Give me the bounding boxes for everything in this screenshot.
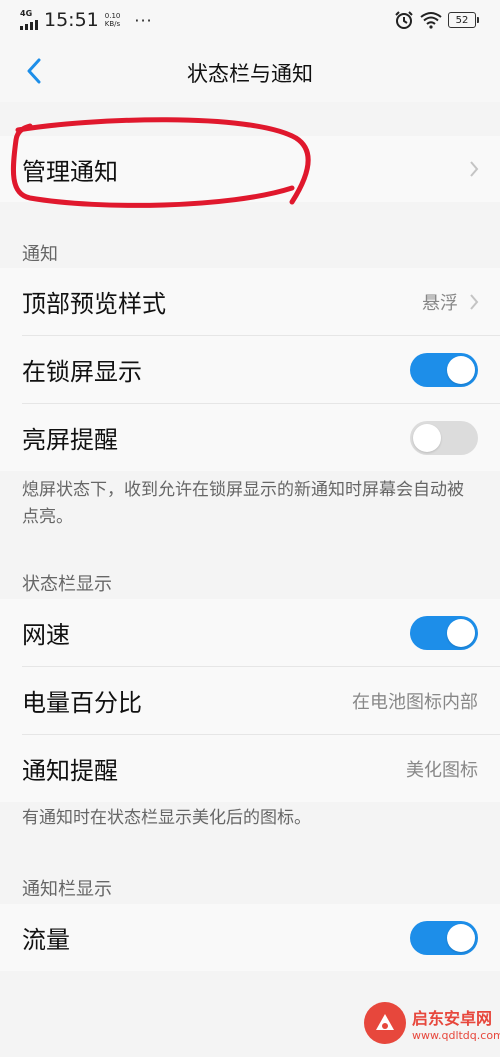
watermark-line1: 启东安卓网 (412, 1008, 493, 1028)
toggle-knob (413, 423, 441, 452)
toggle-knob (447, 618, 475, 647)
speed-unit: KB/s (104, 20, 121, 28)
lock-screen-toggle[interactable] (410, 352, 478, 387)
clock: 15:51 (44, 9, 99, 31)
status-bar-left: 4G 15:51 0.10 KB/s ··· (20, 9, 153, 31)
battery-percent-value: 在电池图标内部 (352, 691, 478, 713)
network-type: 4G (20, 9, 33, 18)
manage-notifications-label: 管理通知 (22, 157, 118, 186)
alarm-icon (395, 11, 413, 29)
toggle-knob (447, 355, 475, 384)
overflow-dots: ··· (134, 10, 153, 30)
manage-card: 管理通知 (0, 136, 500, 202)
watermark-line2: www.qdltdq.com (412, 1028, 500, 1042)
manage-notifications-row[interactable]: 管理通知 (0, 136, 500, 202)
status-bar-right: 52 (394, 10, 479, 30)
preview-style-row[interactable]: 顶部预览样式 悬浮 (0, 268, 500, 335)
network-speed-readout: 0.10 KB/s (105, 12, 121, 28)
battery-level: 52 (455, 14, 469, 26)
network-speed-toggle[interactable] (410, 615, 478, 650)
watermark-logo-icon (364, 1002, 406, 1044)
network-speed-label: 网速 (22, 621, 70, 649)
speed-value: 0.10 (104, 12, 121, 20)
watermark-text: 启东安卓网 www.qdltdq.com (412, 1005, 500, 1042)
wake-screen-toggle[interactable] (410, 420, 478, 455)
lock-screen-label: 在锁屏显示 (22, 358, 142, 386)
battery-icon: 52 (448, 12, 479, 28)
status-bar: 4G 15:51 0.10 KB/s ··· 52 (0, 0, 500, 40)
notify-icon-label: 通知提醒 (22, 757, 118, 785)
preview-style-label: 顶部预览样式 (22, 290, 166, 318)
data-usage-label: 流量 (22, 926, 70, 954)
notify-icon-value: 美化图标 (406, 759, 478, 781)
notifications-card: 顶部预览样式 悬浮 在锁屏显示 亮屏提醒 (0, 268, 500, 471)
wake-screen-row: 亮屏提醒 (0, 404, 500, 471)
section-heading-notifications: 通知 (22, 244, 58, 265)
preview-style-value: 悬浮 (422, 292, 458, 314)
signal-icon: 4G (20, 9, 38, 30)
toggle-knob (447, 923, 475, 952)
watermark: 启东安卓网 www.qdltdq.com (364, 995, 500, 1051)
section-heading-status-bar: 状态栏显示 (22, 574, 112, 595)
status-bar-card: 网速 电量百分比 在电池图标内部 通知提醒 美化图标 (0, 599, 500, 802)
network-speed-row: 网速 (0, 599, 500, 666)
chevron-right-icon (470, 293, 479, 310)
battery-percent-row[interactable]: 电量百分比 在电池图标内部 (0, 667, 500, 734)
shade-card: 流量 (0, 904, 500, 971)
section-heading-notification-shade: 通知栏显示 (22, 879, 112, 900)
notify-icon-row[interactable]: 通知提醒 美化图标 (0, 735, 500, 802)
wifi-icon (420, 12, 442, 29)
data-usage-toggle[interactable] (410, 920, 478, 955)
wake-screen-note: 熄屏状态下，收到允许在锁屏显示的新通知时屏幕会自动被点亮。 (22, 480, 464, 527)
title-bar: 状态栏与通知 (0, 40, 500, 102)
chevron-right-icon (470, 161, 479, 177)
lock-screen-row: 在锁屏显示 (0, 336, 500, 403)
wake-screen-label: 亮屏提醒 (22, 426, 118, 454)
data-usage-row: 流量 (0, 904, 500, 971)
notify-icon-note: 有通知时在状态栏显示美化后的图标。 (22, 808, 311, 828)
battery-percent-label: 电量百分比 (22, 689, 142, 717)
page-title: 状态栏与通知 (187, 62, 313, 86)
